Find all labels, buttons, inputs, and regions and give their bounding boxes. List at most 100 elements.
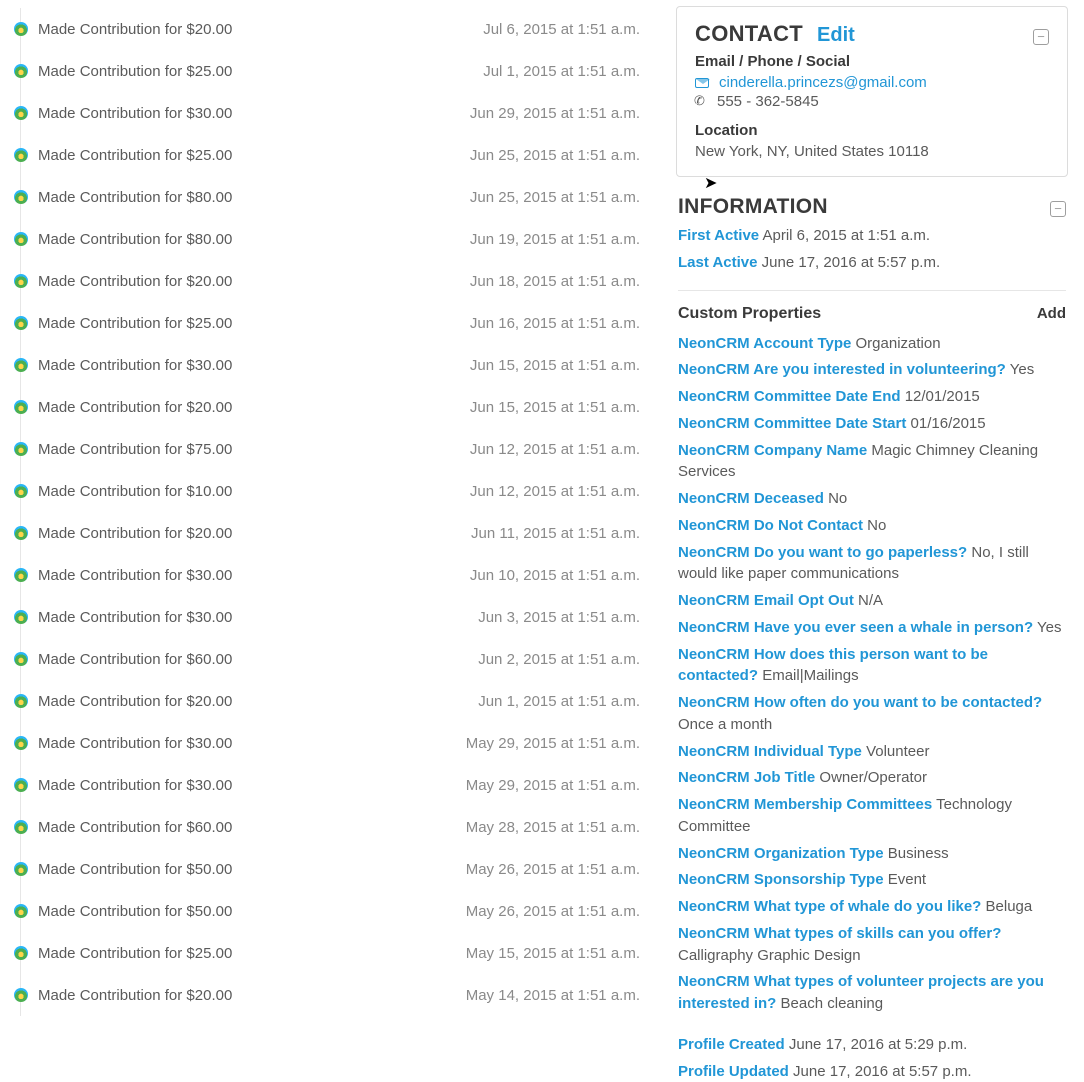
collapse-contact-button[interactable]: − — [1033, 29, 1049, 45]
first-active-label: First Active — [678, 227, 759, 244]
contribution-icon — [14, 274, 28, 288]
activity-row[interactable]: Made Contribution for $30.00Jun 29, 2015… — [14, 92, 660, 134]
activity-row[interactable]: Made Contribution for $20.00Jul 6, 2015 … — [14, 8, 660, 50]
contact-location-label: Location — [695, 122, 1049, 139]
activity-row[interactable]: Made Contribution for $25.00Jul 1, 2015 … — [14, 50, 660, 92]
edit-contact-link[interactable]: Edit — [817, 24, 855, 47]
custom-property-row: NeonCRM How often do you want to be cont… — [678, 692, 1066, 736]
activity-text: Made Contribution for $20.00 — [38, 525, 471, 542]
contribution-icon — [14, 484, 28, 498]
activity-row[interactable]: Made Contribution for $50.00May 26, 2015… — [14, 848, 660, 890]
activity-row[interactable]: Made Contribution for $80.00Jun 19, 2015… — [14, 218, 660, 260]
activity-date: Jun 19, 2015 at 1:51 a.m. — [470, 231, 660, 248]
profile-created-value: June 17, 2016 at 5:29 p.m. — [789, 1036, 967, 1053]
activity-row[interactable]: Made Contribution for $30.00Jun 3, 2015 … — [14, 596, 660, 638]
contribution-icon — [14, 862, 28, 876]
activity-date: Jun 2, 2015 at 1:51 a.m. — [478, 651, 660, 668]
activity-row[interactable]: Made Contribution for $20.00Jun 1, 2015 … — [14, 680, 660, 722]
activity-text: Made Contribution for $20.00 — [38, 693, 478, 710]
activity-row[interactable]: Made Contribution for $60.00Jun 2, 2015 … — [14, 638, 660, 680]
activity-date: Jun 12, 2015 at 1:51 a.m. — [470, 441, 660, 458]
custom-property-value: Once a month — [678, 716, 772, 733]
activity-row[interactable]: Made Contribution for $25.00Jun 16, 2015… — [14, 302, 660, 344]
activity-date: May 26, 2015 at 1:51 a.m. — [466, 861, 660, 878]
phone-icon — [695, 96, 707, 108]
contribution-icon — [14, 148, 28, 162]
contribution-icon — [14, 526, 28, 540]
custom-property-label: NeonCRM Job Title — [678, 769, 815, 786]
activity-text: Made Contribution for $80.00 — [38, 231, 470, 248]
contact-title: CONTACT — [695, 21, 803, 47]
activity-row[interactable]: Made Contribution for $30.00May 29, 2015… — [14, 722, 660, 764]
add-property-button[interactable]: Add — [1037, 305, 1066, 322]
activity-date: Jun 16, 2015 at 1:51 a.m. — [470, 315, 660, 332]
custom-property-label: NeonCRM What type of whale do you like? — [678, 898, 981, 915]
activity-row[interactable]: Made Contribution for $75.00Jun 12, 2015… — [14, 428, 660, 470]
activity-text: Made Contribution for $60.00 — [38, 651, 478, 668]
activity-row[interactable]: Made Contribution for $50.00May 26, 2015… — [14, 890, 660, 932]
activity-date: May 14, 2015 at 1:51 a.m. — [466, 987, 660, 1004]
activity-date: Jun 11, 2015 at 1:51 a.m. — [471, 525, 660, 542]
activity-text: Made Contribution for $50.00 — [38, 903, 466, 920]
custom-property-label: NeonCRM Sponsorship Type — [678, 871, 884, 888]
activity-row[interactable]: Made Contribution for $20.00Jun 11, 2015… — [14, 512, 660, 554]
activity-row[interactable]: Made Contribution for $20.00Jun 18, 2015… — [14, 260, 660, 302]
custom-property-row: NeonCRM What types of volunteer projects… — [678, 971, 1066, 1015]
activity-text: Made Contribution for $30.00 — [38, 105, 470, 122]
contribution-icon — [14, 652, 28, 666]
custom-property-row: NeonCRM Email Opt Out N/A — [678, 590, 1066, 612]
activity-feed: Made Contribution for $20.00Jul 6, 2015 … — [0, 0, 660, 1019]
contribution-icon — [14, 358, 28, 372]
activity-row[interactable]: Made Contribution for $60.00May 28, 2015… — [14, 806, 660, 848]
contact-location: New York, NY, United States 10118 — [695, 143, 1049, 160]
contact-panel: CONTACT Edit − Email / Phone / Social ci… — [676, 6, 1068, 177]
activity-text: Made Contribution for $30.00 — [38, 735, 466, 752]
activity-date: Jun 25, 2015 at 1:51 a.m. — [470, 147, 660, 164]
custom-property-row: NeonCRM Do you want to go paperless? No,… — [678, 542, 1066, 586]
custom-property-row: NeonCRM Organization Type Business — [678, 843, 1066, 865]
custom-property-label: NeonCRM Are you interested in volunteeri… — [678, 361, 1006, 378]
contact-phone: 555 - 362-5845 — [717, 93, 819, 110]
activity-row[interactable]: Made Contribution for $80.00Jun 25, 2015… — [14, 176, 660, 218]
contribution-icon — [14, 190, 28, 204]
custom-property-value: 12/01/2015 — [905, 388, 980, 405]
custom-property-value: N/A — [858, 592, 883, 609]
activity-row[interactable]: Made Contribution for $30.00May 29, 2015… — [14, 764, 660, 806]
custom-property-row: NeonCRM How does this person want to be … — [678, 644, 1066, 688]
activity-text: Made Contribution for $80.00 — [38, 189, 470, 206]
activity-date: Jun 18, 2015 at 1:51 a.m. — [470, 273, 660, 290]
custom-property-value: Beach cleaning — [781, 995, 884, 1012]
activity-row[interactable]: Made Contribution for $20.00Jun 15, 2015… — [14, 386, 660, 428]
activity-row[interactable]: Made Contribution for $30.00Jun 10, 2015… — [14, 554, 660, 596]
activity-date: Jun 12, 2015 at 1:51 a.m. — [470, 483, 660, 500]
custom-property-row: NeonCRM Job Title Owner/Operator — [678, 767, 1066, 789]
contribution-icon — [14, 778, 28, 792]
contact-email[interactable]: cinderella.princezs@gmail.com — [719, 74, 927, 91]
last-active-value: June 17, 2016 at 5:57 p.m. — [762, 254, 940, 271]
activity-text: Made Contribution for $75.00 — [38, 441, 470, 458]
contribution-icon — [14, 736, 28, 750]
contribution-icon — [14, 988, 28, 1002]
custom-property-label: NeonCRM Do you want to go paperless? — [678, 544, 967, 561]
activity-date: May 29, 2015 at 1:51 a.m. — [466, 735, 660, 752]
custom-property-value: Beluga — [986, 898, 1033, 915]
activity-row[interactable]: Made Contribution for $25.00May 15, 2015… — [14, 932, 660, 974]
custom-property-label: NeonCRM Committee Date End — [678, 388, 901, 405]
activity-row[interactable]: Made Contribution for $30.00Jun 15, 2015… — [14, 344, 660, 386]
custom-property-value: Organization — [856, 335, 941, 352]
contribution-icon — [14, 316, 28, 330]
divider — [678, 290, 1066, 291]
activity-date: Jun 25, 2015 at 1:51 a.m. — [470, 189, 660, 206]
custom-property-label: NeonCRM Email Opt Out — [678, 592, 854, 609]
activity-row[interactable]: Made Contribution for $10.00Jun 12, 2015… — [14, 470, 660, 512]
contribution-icon — [14, 22, 28, 36]
activity-row[interactable]: Made Contribution for $25.00Jun 25, 2015… — [14, 134, 660, 176]
activity-row[interactable]: Made Contribution for $20.00May 14, 2015… — [14, 974, 660, 1016]
collapse-information-button[interactable]: − — [1050, 201, 1066, 217]
activity-date: Jun 29, 2015 at 1:51 a.m. — [470, 105, 660, 122]
activity-date: Jun 3, 2015 at 1:51 a.m. — [478, 609, 660, 626]
activity-text: Made Contribution for $30.00 — [38, 357, 470, 374]
custom-property-row: NeonCRM Individual Type Volunteer — [678, 741, 1066, 763]
custom-property-label: NeonCRM Account Type — [678, 335, 851, 352]
custom-property-row: NeonCRM Sponsorship Type Event — [678, 869, 1066, 891]
